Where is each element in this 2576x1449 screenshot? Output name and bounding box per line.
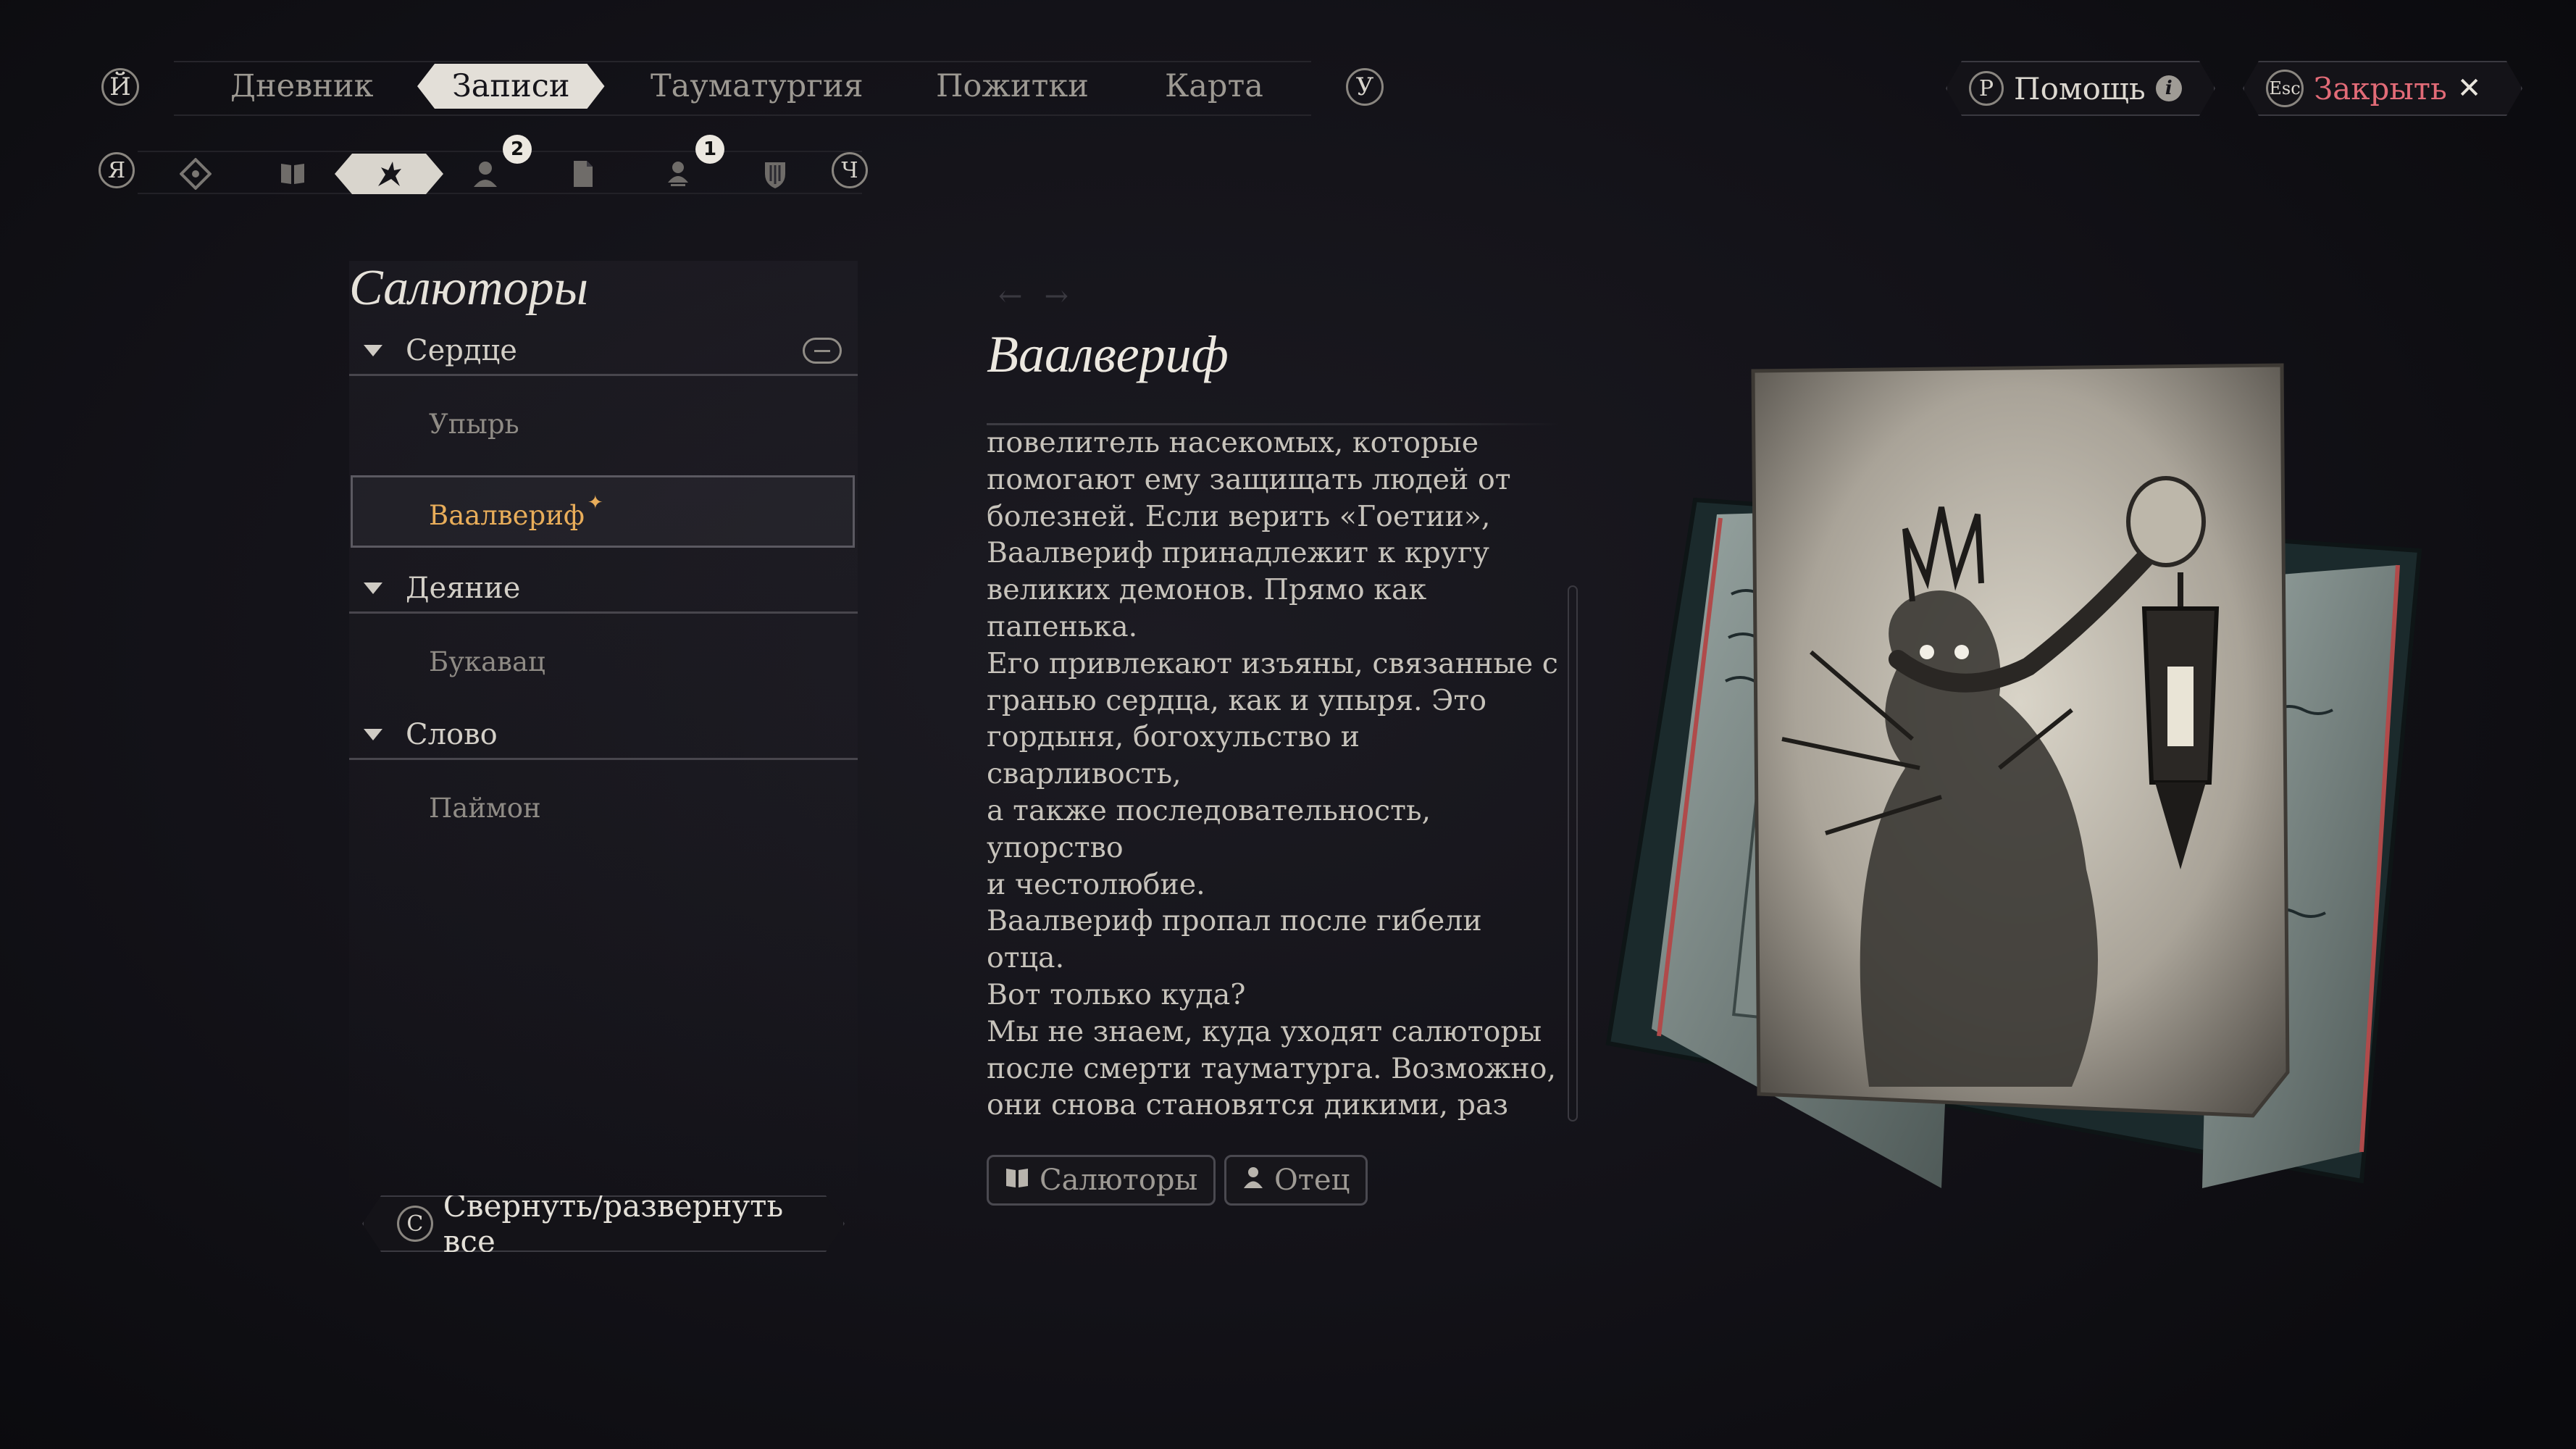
close-label: Закрыть (2314, 70, 2447, 107)
help-key-icon: P (1969, 71, 2004, 106)
group-heart-header[interactable]: Сердце (349, 327, 858, 376)
collapse-all-label: Свернуть/развернуть все (443, 1188, 784, 1259)
tab-map[interactable]: Карта (1165, 68, 1263, 104)
location-person-icon[interactable] (658, 154, 698, 194)
list-item-upyr[interactable]: Упырь (429, 409, 519, 440)
tab-thaumaturgy[interactable]: Тауматургия (651, 68, 863, 104)
list-item-vaalverif[interactable]: Ваалвериф ✦ (429, 492, 603, 531)
list-item-bukavac[interactable]: Букавац (429, 646, 545, 677)
help-label: Помощь (2014, 70, 2146, 107)
tag-father[interactable]: Отец (1224, 1155, 1368, 1206)
group-label: Сердце (406, 334, 517, 367)
location-count-badge: 1 (695, 135, 724, 164)
next-category-key-icon[interactable]: Ч (832, 152, 868, 188)
tag-label: Отец (1274, 1164, 1350, 1197)
collapse-pill-icon[interactable] (803, 338, 842, 364)
group-label: Деяние (406, 572, 521, 605)
book-icon (1005, 1166, 1029, 1195)
close-icon: ✕ (2456, 72, 2482, 105)
expand-triangle-icon (364, 582, 382, 594)
group-deed-header[interactable]: Деяние (349, 565, 858, 614)
list-item-label: Ваалвериф (429, 500, 585, 531)
group-label: Слово (406, 718, 498, 751)
shield-icon[interactable] (755, 154, 795, 194)
expand-triangle-icon (364, 345, 382, 356)
forward-arrow-icon[interactable]: → (1045, 280, 1091, 313)
list-title: Салюторы (349, 260, 589, 316)
esc-key-icon: Esc (2266, 70, 2304, 107)
history-nav-arrows[interactable]: ←→ (998, 280, 1090, 313)
collapse-all-button[interactable]: C Свернуть/развернуть все (362, 1195, 845, 1252)
list-item-paimon[interactable]: Паймон (429, 793, 541, 824)
prev-category-key-icon[interactable]: Я (99, 152, 135, 188)
person-icon (1242, 1166, 1264, 1195)
salutor-icon[interactable] (335, 154, 443, 194)
back-arrow-icon[interactable]: ← (998, 280, 1045, 313)
map-marker-icon[interactable] (175, 154, 216, 194)
help-button[interactable]: P Помощь i (1946, 61, 2215, 116)
group-word-header[interactable]: Слово (349, 711, 858, 760)
tab-diary[interactable]: Дневник (230, 68, 373, 104)
entry-body-text: повелитель насекомых, которые помогают е… (987, 426, 1558, 1127)
tag-label: Салюторы (1040, 1164, 1198, 1197)
entry-title: Ваалвериф (987, 325, 1229, 383)
salutor-illustration (1565, 362, 2485, 1217)
tab-records[interactable]: Записи (417, 64, 605, 109)
book-icon[interactable] (272, 154, 313, 194)
new-entry-sparkle-icon: ✦ (587, 492, 603, 514)
next-tab-key-icon[interactable]: У (1346, 68, 1384, 106)
person-icon[interactable] (465, 154, 506, 194)
person-count-badge: 2 (503, 135, 532, 164)
prev-tab-key-icon[interactable]: Й (101, 68, 139, 106)
document-icon[interactable] (562, 154, 603, 194)
c-key-icon: C (397, 1206, 433, 1242)
tab-belongings[interactable]: Пожитки (936, 68, 1089, 104)
info-icon: i (2156, 75, 2182, 101)
close-button[interactable]: Esc Закрыть ✕ (2243, 61, 2522, 116)
expand-triangle-icon (364, 729, 382, 740)
tag-salutors[interactable]: Салюторы (987, 1155, 1216, 1206)
